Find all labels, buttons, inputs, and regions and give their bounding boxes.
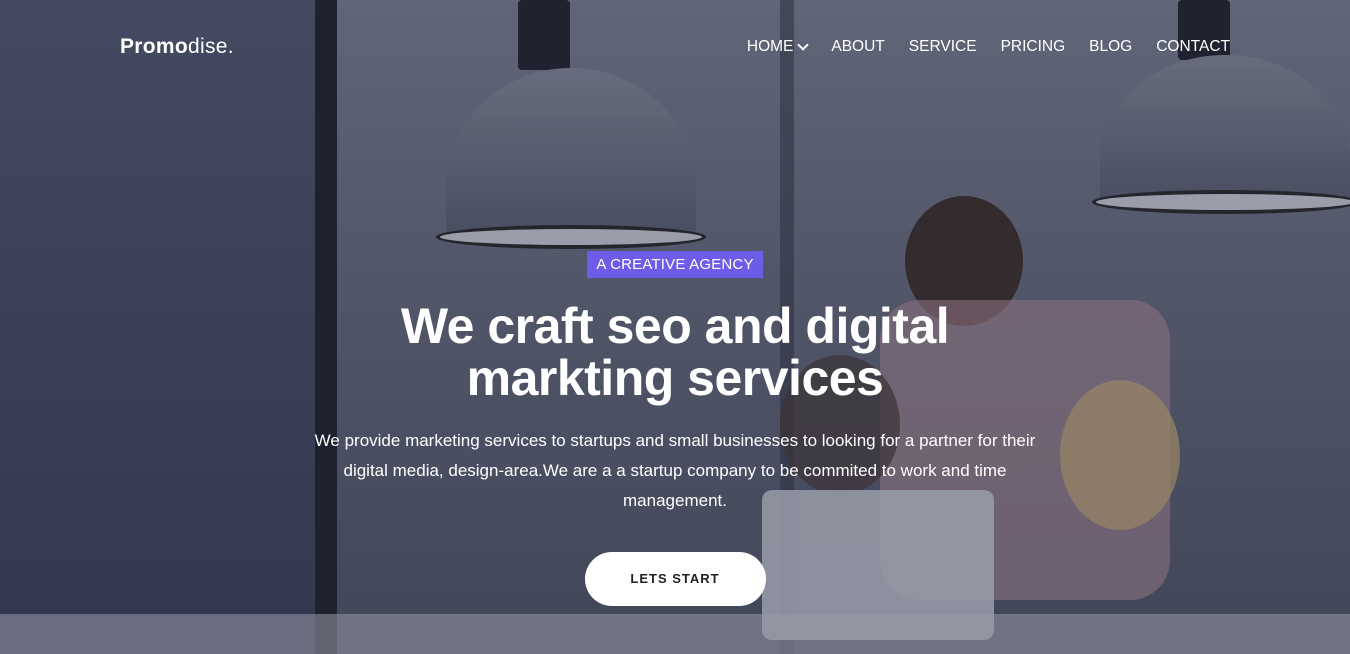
brand-name-regular: dise. [188, 35, 234, 58]
hero-section: Promodise. HOME ABOUT SERVICE PRICING BL… [0, 0, 1350, 654]
lets-start-button[interactable]: LETS START [584, 552, 766, 606]
hero-description: We provide marketing services to startup… [314, 431, 1036, 510]
nav-item-blog[interactable]: BLOG [1089, 38, 1132, 56]
nav-item-label: HOME [746, 38, 794, 55]
nav-item-label: BLOG [1089, 38, 1133, 55]
hero-content: A CREATIVE AGENCY We craft seo and digit… [0, 251, 1350, 606]
nav-item-about[interactable]: ABOUT [831, 38, 884, 56]
main-menu: HOME ABOUT SERVICE PRICING BLOG CONTACT [747, 38, 1230, 56]
hero-badge: A CREATIVE AGENCY [587, 251, 763, 278]
nav-item-label: PRICING [1000, 38, 1066, 55]
brand-name-bold: Promo [120, 35, 189, 58]
brand-logo[interactable]: Promodise. [120, 35, 234, 59]
nav-item-service[interactable]: SERVICE [909, 38, 977, 56]
chevron-down-icon [797, 39, 810, 51]
nav-item-home[interactable]: HOME [746, 38, 810, 56]
nav-item-contact[interactable]: CONTACT [1156, 38, 1230, 56]
nav-item-label: SERVICE [908, 38, 977, 55]
hero-headline: We craft seo and digital markting servic… [400, 298, 950, 406]
top-navbar: Promodise. HOME ABOUT SERVICE PRICING BL… [0, 0, 1350, 96]
nav-item-label: ABOUT [831, 38, 885, 55]
nav-item-label: CONTACT [1156, 38, 1230, 55]
nav-item-pricing[interactable]: PRICING [1001, 38, 1066, 56]
